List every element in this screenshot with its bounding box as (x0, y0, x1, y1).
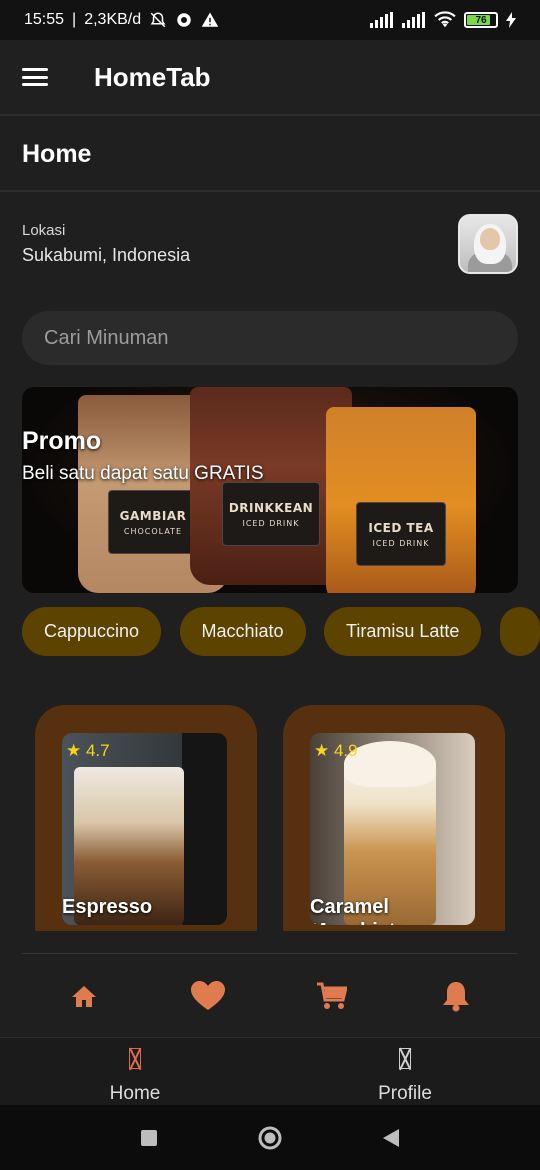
page-header: Home (0, 118, 540, 192)
promo-cup-3-sub: ICED DRINK (372, 538, 430, 548)
nav-home[interactable]: Home (0, 1038, 270, 1105)
wifi-icon (434, 11, 456, 28)
status-separator: | (72, 11, 77, 28)
status-left: 15:55 | 2,3KB/d (24, 11, 219, 29)
promo-cup-1-sub: CHOCOLATE (123, 526, 183, 536)
bell-off-icon (150, 12, 166, 28)
status-bar: 15:55 | 2,3KB/d 76 (0, 0, 540, 40)
system-home-icon[interactable] (257, 1125, 283, 1151)
chip-macchiato[interactable]: Macchiato (179, 607, 306, 656)
promo-cup-3-name: ICED TEA (368, 520, 434, 535)
back-icon[interactable] (382, 1128, 400, 1148)
system-nav-bar (0, 1105, 540, 1170)
promo-cup-2-sub: ICED DRINK (242, 518, 300, 528)
chip-more[interactable] (499, 607, 540, 656)
heart-icon[interactable] (178, 971, 238, 1021)
chip-cappuccino[interactable]: Cappuccino (22, 607, 162, 656)
missing-glyph-icon (129, 1048, 141, 1069)
signal-icon (370, 12, 393, 28)
nav-home-label: Home (109, 1083, 161, 1104)
product-rating: ★ 4.9 (314, 741, 358, 760)
promo-subtitle: Beli satu dapat satu GRATIS (22, 463, 264, 484)
nav-profile[interactable]: Profile (270, 1038, 540, 1105)
avatar[interactable] (458, 214, 518, 274)
product-image: ★ 4.7 Espresso (62, 733, 227, 925)
search-input[interactable] (44, 326, 496, 350)
battery-level: 76 (475, 14, 487, 26)
status-right: 76 (370, 11, 516, 29)
promo-title: Promo (22, 427, 102, 455)
search-bar (22, 311, 518, 365)
status-time: 15:55 (24, 11, 65, 28)
recents-icon[interactable] (140, 1129, 158, 1147)
nav-profile-label: Profile (378, 1083, 432, 1104)
warning-icon (201, 12, 219, 27)
location-value: Sukabumi, Indonesia (22, 245, 191, 265)
location-block: Lokasi Sukabumi, Indonesia (22, 222, 190, 266)
chip-tiramisu-latte[interactable]: Tiramisu Latte (324, 607, 482, 656)
bell-icon[interactable] (426, 971, 486, 1021)
menu-icon[interactable] (22, 68, 48, 86)
cart-icon[interactable] (302, 971, 362, 1021)
page-title: Home (22, 139, 92, 168)
signal-icon-2 (402, 12, 425, 28)
promo-banner[interactable]: GAMBIAR CHOCOLATE DRINKKEAN ICED DRINK ICE… (22, 387, 518, 593)
promo-cup-1-name: GAMBIAR (119, 508, 187, 523)
product-name: Caramel Macchiato (310, 896, 408, 925)
charging-icon (506, 12, 516, 28)
product-rating: ★ 4.7 (66, 741, 110, 760)
battery-icon: 76 (464, 12, 498, 28)
app-title: HomeTab (94, 61, 211, 92)
product-card-espresso[interactable]: ★ 4.7 Espresso (35, 705, 257, 931)
product-name: Espresso (62, 896, 153, 918)
promo-cup-2-name: DRINKKEAN (228, 500, 314, 515)
home-icon[interactable] (54, 971, 114, 1021)
status-speed: 2,3KB/d (84, 11, 142, 28)
product-card-caramel-macchiato[interactable]: ★ 4.9 Caramel Macchiato (283, 705, 505, 931)
promo-cup-3: ICED TEA ICED DRINK (326, 407, 476, 593)
bottom-nav: Home Profile (0, 1037, 540, 1105)
product-image: ★ 4.9 Caramel Macchiato (310, 733, 475, 925)
data-saver-icon (177, 13, 191, 27)
location-label: Lokasi (22, 222, 66, 239)
app-bar: HomeTab (0, 40, 540, 116)
action-icon-bar (22, 953, 518, 1037)
missing-glyph-icon (399, 1048, 411, 1069)
category-chips: Cappuccino Macchiato Tiramisu Latte (22, 607, 540, 657)
